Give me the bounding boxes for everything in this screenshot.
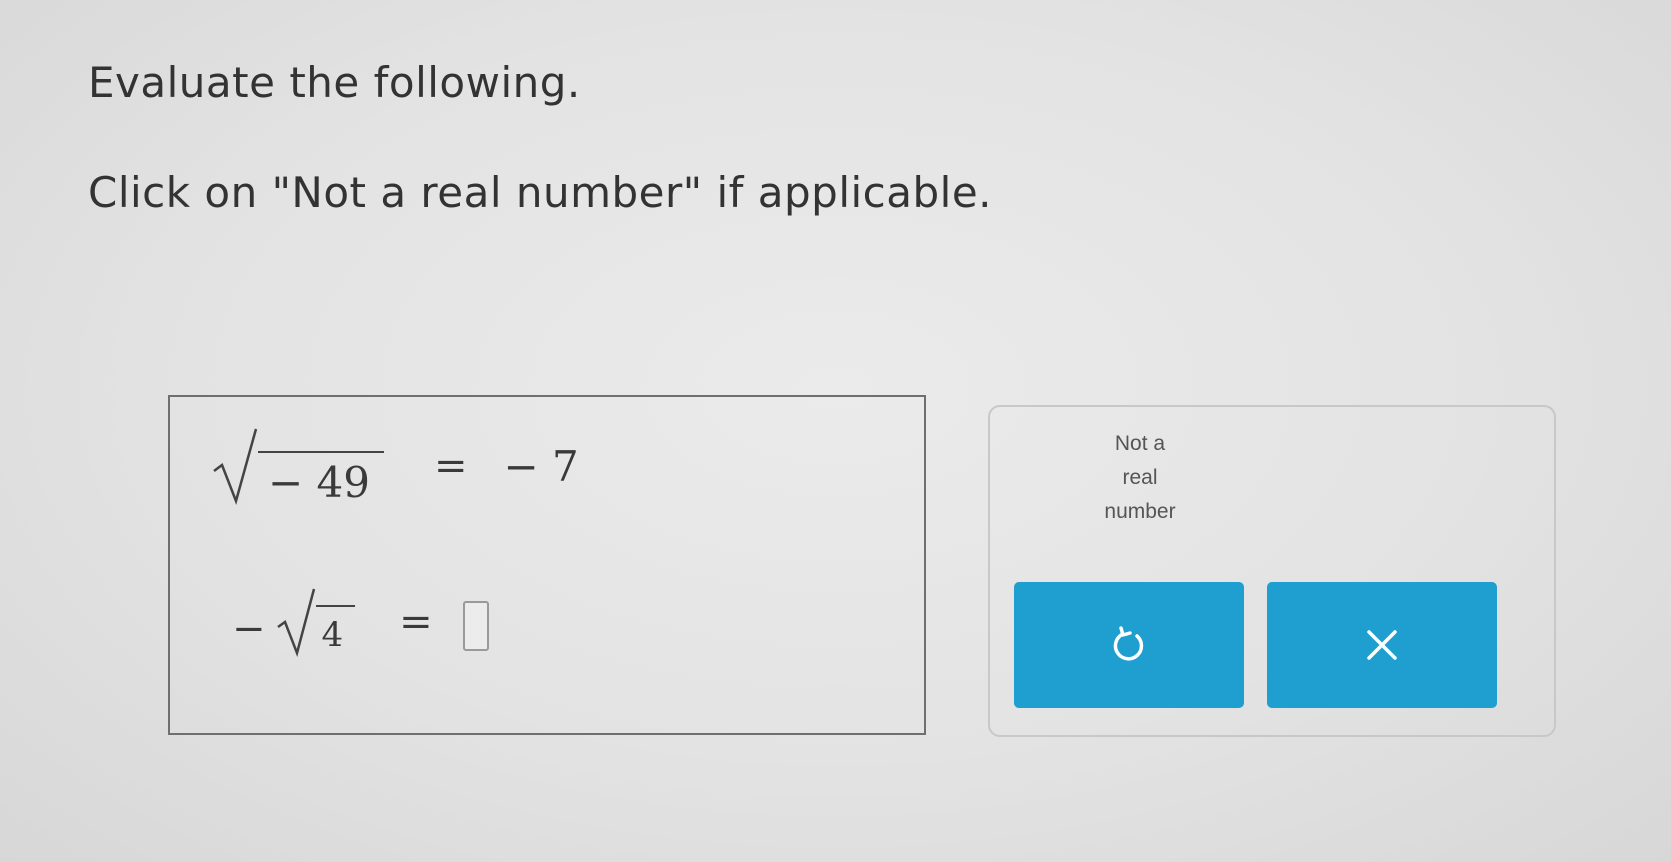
radical-sign-icon xyxy=(276,587,316,657)
expression-row-1: − 49 = − 7 xyxy=(212,427,579,505)
not-real-label-line2: real xyxy=(1122,466,1158,489)
equals-sign: = xyxy=(399,599,433,645)
equals-sign: = xyxy=(434,443,468,489)
sqrt-expression: − 49 xyxy=(212,427,384,505)
not-a-real-number-button[interactable]: Not a real number xyxy=(1050,427,1230,529)
expression-row-2: − 4 = xyxy=(232,587,489,657)
answer-keypad: Not a real number xyxy=(988,405,1556,737)
not-real-label-line1: Not a xyxy=(1114,432,1166,455)
instruction-not-real: Click on "Not a real number" if applicab… xyxy=(88,168,993,217)
answer-area: − 49 = − 7 − 4 = xyxy=(168,395,926,735)
clear-button[interactable] xyxy=(1267,582,1497,708)
radicand: − 49 xyxy=(258,451,384,505)
given-answer: − 7 xyxy=(503,441,579,491)
answer-input[interactable] xyxy=(462,601,489,651)
not-real-label-line3: number xyxy=(1104,500,1176,523)
radical-sign-icon xyxy=(212,427,258,505)
undo-icon xyxy=(1112,626,1146,664)
instruction-evaluate: Evaluate the following. xyxy=(88,58,581,107)
undo-button[interactable] xyxy=(1014,582,1244,708)
radicand: 4 xyxy=(315,605,356,657)
negative-sign: − xyxy=(232,606,266,652)
close-icon xyxy=(1365,628,1399,662)
sqrt-expression: 4 xyxy=(276,587,356,657)
